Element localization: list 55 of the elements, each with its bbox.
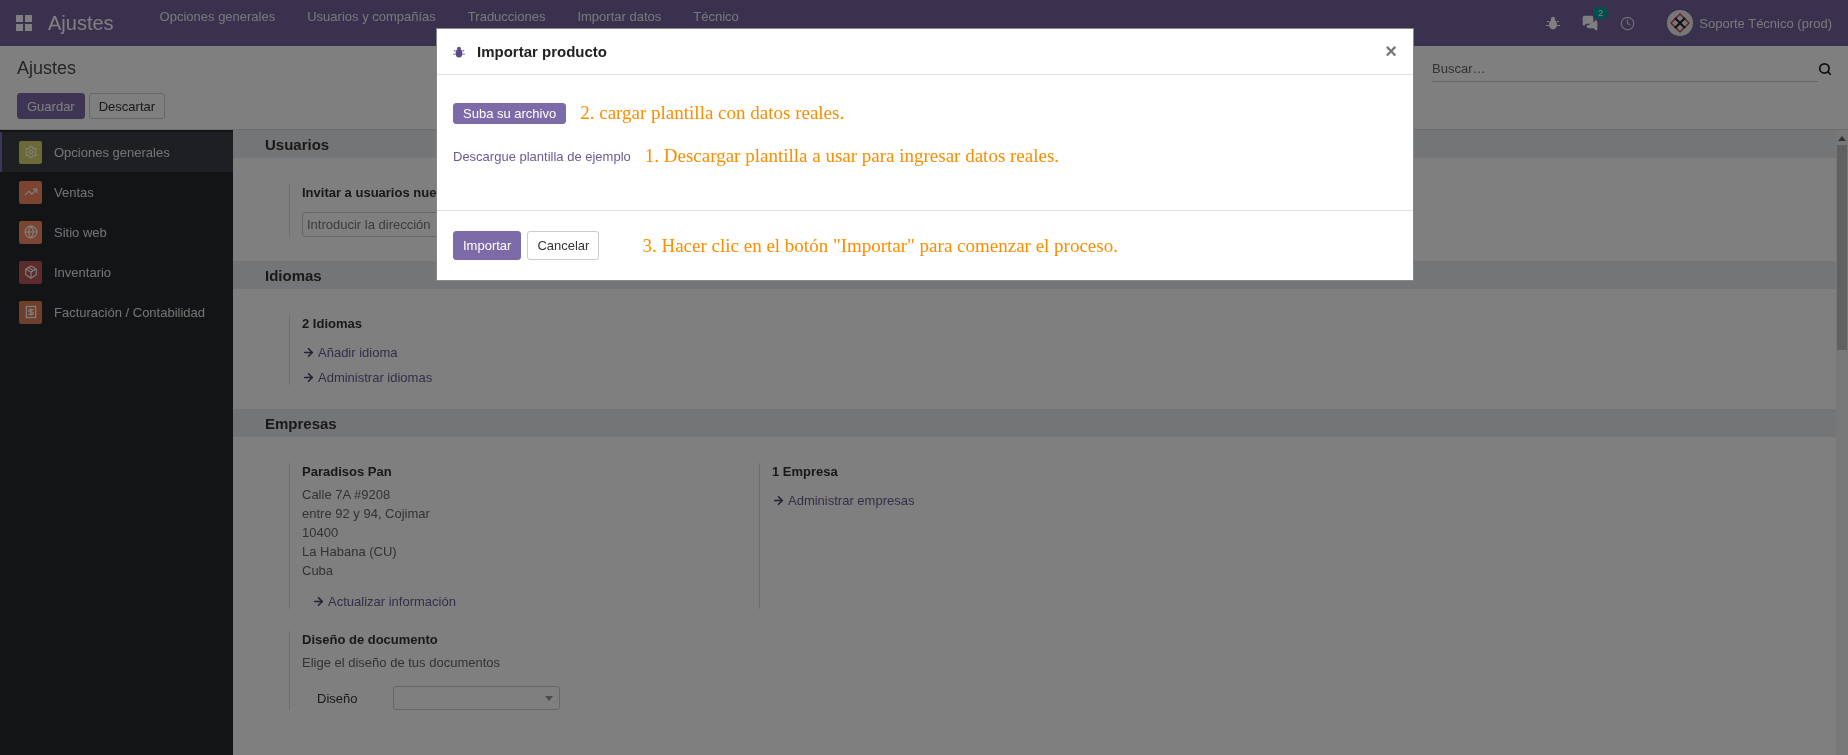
address-line: entre 92 y 94, Cojimar	[302, 505, 431, 523]
instruction-note: 2. cargar plantilla con datos reales.	[580, 102, 845, 124]
setting-title: 1 Empresa	[772, 463, 839, 481]
address-line: Calle 7A #9208	[302, 486, 392, 504]
app-title: Ajustes	[48, 11, 114, 35]
address-line: La Habana (CU)	[302, 543, 398, 561]
update-info-link[interactable]: Actualizar información	[312, 594, 456, 609]
arrow-right-icon	[302, 371, 315, 384]
section-header: Empresas	[233, 409, 1836, 437]
discard-button[interactable]: Descartar	[88, 93, 166, 119]
bug-icon[interactable]	[1546, 16, 1561, 30]
nav-menu-item[interactable]: Usuarios y compañías	[291, 8, 452, 24]
clock-icon[interactable]	[1620, 15, 1636, 31]
chat-icon[interactable]	[1582, 15, 1599, 31]
sidebar-item[interactable]: Opciones generales	[0, 132, 233, 172]
close-button[interactable]: ×	[1385, 40, 1397, 63]
setting-link[interactable]: Administrar empresas	[772, 493, 915, 508]
setting-description: Elige el diseño de tus documentos	[302, 654, 501, 672]
search-icon[interactable]	[1818, 62, 1832, 76]
arrow-right-icon	[302, 346, 315, 359]
nav-menu-item[interactable]: Técnico	[677, 8, 755, 24]
scrollbar[interactable]	[1836, 130, 1848, 755]
sidebar-item[interactable]: Facturación / Contabilidad	[0, 292, 233, 332]
sidebar-item[interactable]: Inventario	[0, 252, 233, 292]
field-label: Diseño	[317, 690, 359, 706]
message-count-badge: 2	[1593, 7, 1609, 19]
company-name: Paradisos Pan	[302, 463, 393, 481]
bug-icon	[453, 45, 465, 58]
upload-button[interactable]: Suba su archivo	[453, 102, 567, 124]
arrow-right-icon	[312, 595, 325, 608]
nav-menu-item[interactable]: Traducciones	[451, 8, 562, 24]
arrow-right-icon	[772, 494, 785, 507]
setting-link[interactable]: Añadir idioma	[302, 345, 398, 360]
apps-menu-icon[interactable]	[16, 15, 32, 31]
import-button[interactable]: Importar	[453, 231, 522, 260]
setting-title: Diseño de documento	[302, 631, 439, 649]
instruction-note: 3. Hacer clic en el botón "Importar" para comenzar el proceso.	[642, 234, 1118, 257]
setting-title: 2 Idiomas	[302, 315, 363, 333]
page-title: Ajustes	[17, 58, 78, 79]
address-line: Cuba	[302, 562, 335, 580]
setting-link[interactable]: Administrar idiomas	[302, 370, 433, 385]
cancel-button[interactable]: Cancelar	[527, 231, 600, 260]
address-line: 10400	[302, 524, 340, 542]
caret-icon	[545, 695, 553, 701]
setting-title: Invitar a usuarios nue	[302, 184, 438, 202]
search-field[interactable]: Buscar…	[1432, 56, 1818, 82]
nav-menu-item[interactable]: Opciones generales	[143, 8, 292, 24]
scroll-up-icon[interactable]	[1838, 136, 1846, 141]
dialog-title: Importar producto	[477, 43, 607, 60]
sidebar-item[interactable]: Ventas	[0, 172, 233, 212]
sidebar-item[interactable]: Sitio web	[0, 212, 233, 252]
user-name[interactable]: Soporte Técnico (prod)	[1699, 15, 1832, 31]
nav-menu-item[interactable]: Importar datos	[561, 8, 678, 24]
save-button[interactable]: Guardar	[17, 93, 85, 119]
avatar-icon[interactable]	[1667, 10, 1694, 36]
